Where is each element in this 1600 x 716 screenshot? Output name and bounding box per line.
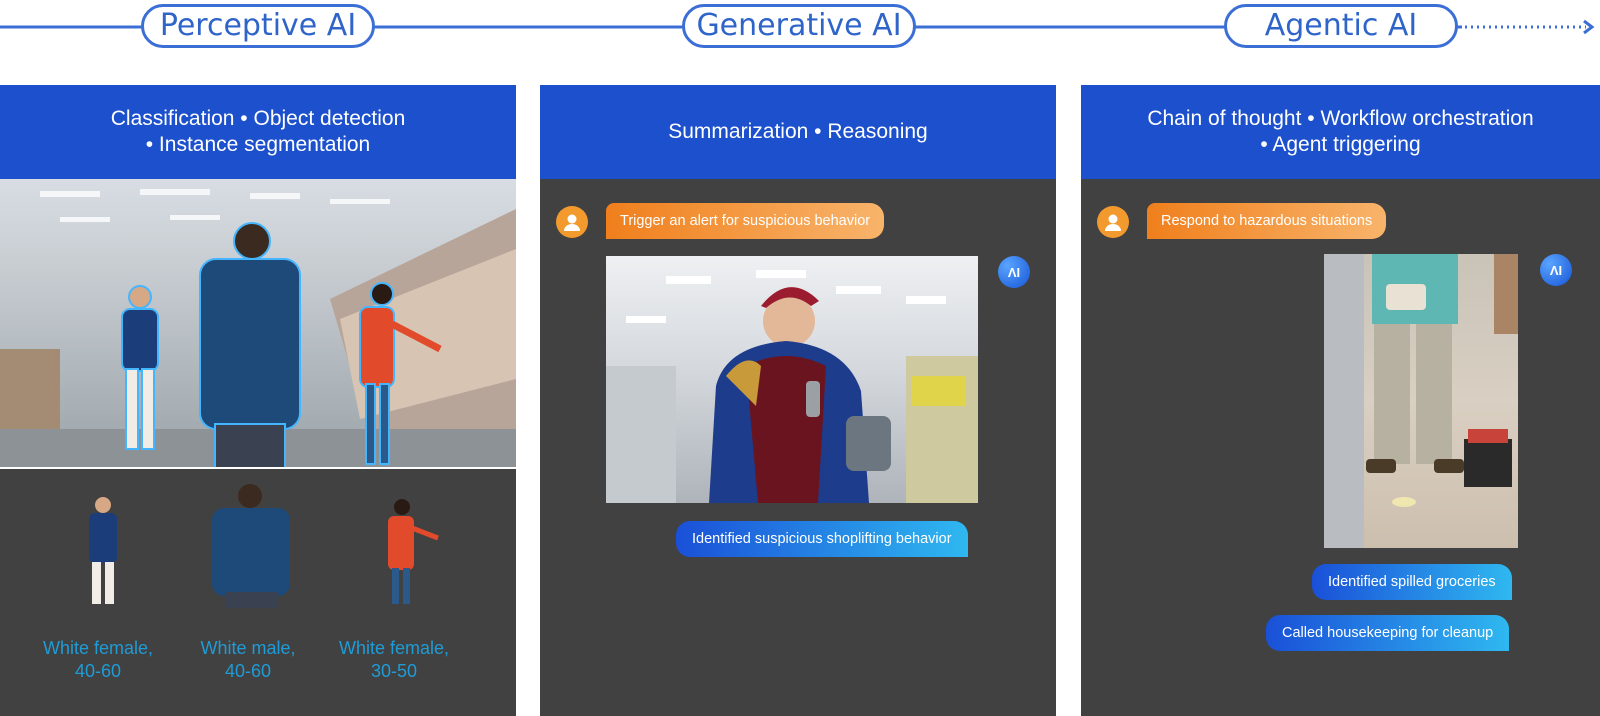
detection-label-line: White female,: [42, 638, 154, 658]
header-line: Chain of thought • Workflow orchestratio…: [1147, 107, 1534, 130]
user-prompt-bubble: Trigger an alert for suspicious behavior: [606, 203, 885, 239]
panel-header-generative: Summarization • Reasoning: [540, 85, 1056, 179]
header-line: Summarization • Reasoning: [668, 120, 928, 143]
spilled-groceries-photo: [1324, 254, 1518, 548]
header-line: • Agent triggering: [1260, 133, 1421, 156]
ai-evolution-timeline: Perceptive AI Generative AI Agentic AI: [0, 0, 1600, 60]
user-avatar-icon: [1097, 206, 1129, 238]
ai-badge-icon: ΛI: [998, 256, 1030, 288]
ai-response-bubble: Called housekeeping for cleanup: [1266, 615, 1510, 651]
user-icon: [1105, 214, 1121, 231]
ai-badge-icon: ΛI: [1540, 254, 1572, 286]
spilled-groceries-illustration: [1324, 254, 1518, 548]
panel-generative: Summarization • Reasoning Trigger an ale…: [540, 85, 1056, 716]
detection-label-line: White male,: [200, 638, 296, 658]
detection-label: White female, 30-50: [324, 637, 464, 683]
ai-response-bubble: Identified spilled groceries: [1312, 564, 1512, 600]
stage-generative-ai: Generative AI: [682, 4, 916, 48]
detection-label-line: 40-60: [74, 661, 122, 681]
user-avatar-icon: [556, 206, 588, 238]
panel-perceptive: Classification • Object detection • Inst…: [0, 85, 516, 716]
panel-header-perceptive: Classification • Object detection • Inst…: [0, 85, 516, 179]
detection-label-line: 30-50: [370, 661, 418, 681]
detection-figure-man: [212, 484, 290, 608]
segmented-store-image: [0, 179, 516, 469]
ai-response-bubble: Identified suspicious shoplifting behavi…: [676, 521, 968, 557]
user-icon: [564, 214, 580, 231]
detection-label: White female, 40-60: [28, 637, 168, 683]
store-scene-illustration: [0, 189, 516, 469]
detection-label: White male, 40-60: [178, 637, 318, 683]
detection-figure-woman-red: [388, 499, 439, 604]
stage-perceptive-ai: Perceptive AI: [141, 4, 375, 48]
detection-label-line: 40-60: [224, 661, 272, 681]
shoplifting-scene-illustration: [606, 270, 978, 503]
stage-agentic-ai: Agentic AI: [1224, 4, 1458, 48]
detection-label-line: White female,: [338, 638, 450, 658]
detected-figures: [89, 484, 439, 608]
panel-header-agentic: Chain of thought • Workflow orchestratio…: [1081, 85, 1600, 179]
detection-figure-woman: [89, 497, 117, 604]
panel-agentic: Chain of thought • Workflow orchestratio…: [1081, 85, 1600, 716]
header-line: Classification • Object detection: [110, 107, 406, 130]
user-prompt-bubble: Respond to hazardous situations: [1147, 203, 1387, 239]
header-line: • Instance segmentation: [145, 133, 371, 156]
shoplifting-photo: [606, 256, 978, 503]
